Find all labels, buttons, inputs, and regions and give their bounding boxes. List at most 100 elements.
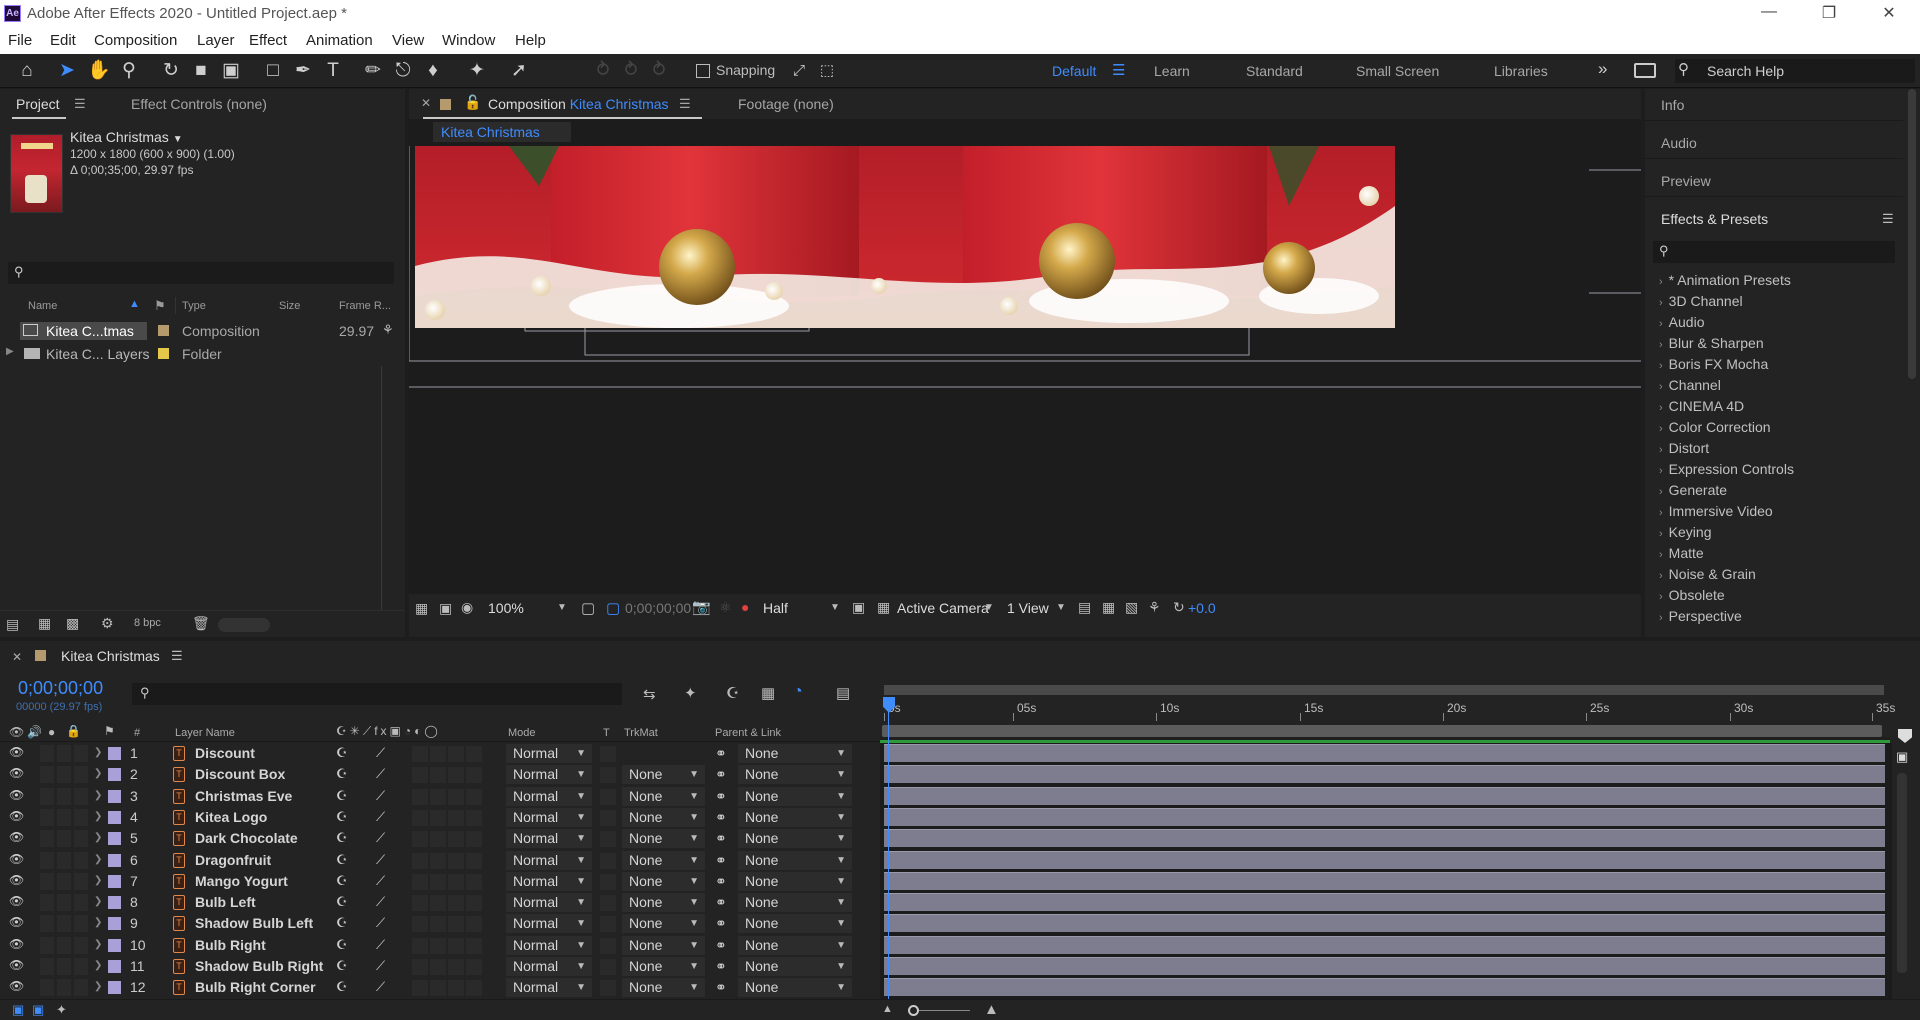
solo-toggle-box[interactable] bbox=[57, 787, 71, 805]
switch-box[interactable] bbox=[412, 809, 428, 826]
quality-switch-icon[interactable]: ⟋ bbox=[376, 937, 385, 953]
expand-layer-chevron-icon[interactable]: ❯ bbox=[94, 896, 102, 907]
preserve-transparency-box[interactable] bbox=[600, 746, 616, 762]
workspace-overflow-icon[interactable]: » bbox=[1598, 59, 1607, 79]
audio-toggle-box[interactable] bbox=[40, 872, 54, 890]
switch-box[interactable] bbox=[430, 873, 446, 890]
visibility-eye-icon[interactable]: 👁 bbox=[9, 788, 25, 802]
expand-layer-chevron-icon[interactable]: ❯ bbox=[94, 917, 102, 928]
puppet-pin-tool-icon[interactable]: ➚ bbox=[506, 58, 532, 84]
timeline-scrollbar[interactable] bbox=[1897, 773, 1907, 973]
comp-flowchart-icon[interactable]: ⚘ bbox=[1148, 599, 1161, 616]
timeline-current-time[interactable]: 0;00;00;00 bbox=[18, 678, 103, 699]
composition-panel-menu-icon[interactable]: ☰ bbox=[679, 96, 691, 112]
shy-switch-icon[interactable]: ☪ bbox=[336, 788, 348, 804]
layer-switches-toggle-icon[interactable]: ▣ bbox=[12, 1002, 24, 1018]
quality-switch-icon[interactable]: ⟋ bbox=[376, 915, 385, 931]
switch-box[interactable] bbox=[412, 916, 428, 933]
project-row-composition[interactable]: Kitea C...tmas Composition 29.97 ⚘ bbox=[0, 320, 405, 342]
info-panel-header[interactable]: Info bbox=[1645, 89, 1903, 121]
switch-box[interactable] bbox=[430, 746, 446, 762]
workspace-standard[interactable]: Standard bbox=[1246, 63, 1303, 79]
switch-box[interactable] bbox=[430, 916, 446, 933]
switch-box[interactable] bbox=[412, 873, 428, 890]
sync-settings-icon[interactable] bbox=[1634, 63, 1656, 78]
chevron-down-icon[interactable]: ▼ bbox=[173, 134, 183, 145]
blend-mode-dropdown[interactable]: Normal ▼ bbox=[506, 978, 592, 998]
lock-toggle-box[interactable] bbox=[74, 787, 88, 805]
track-matte-dropdown[interactable]: None ▼ bbox=[622, 957, 705, 976]
switch-box[interactable] bbox=[466, 873, 482, 890]
region-of-interest-icon[interactable]: ▣ bbox=[852, 599, 865, 616]
quality-switch-icon[interactable]: ⟋ bbox=[376, 766, 385, 782]
shy-switch-icon[interactable]: ☪ bbox=[336, 958, 348, 974]
expand-layer-chevron-icon[interactable]: ❯ bbox=[94, 747, 102, 758]
quality-switch-icon[interactable]: ⟋ bbox=[376, 958, 385, 974]
tab-footage[interactable]: Footage (none) bbox=[738, 96, 834, 112]
audio-toggle-box[interactable] bbox=[40, 851, 54, 869]
pick-whip-icon[interactable]: ⚭ bbox=[715, 852, 727, 869]
track-matte-dropdown[interactable]: None ▼ bbox=[622, 850, 705, 870]
tab-composition[interactable]: Composition Kitea Christmas bbox=[488, 96, 669, 112]
shy-switch-icon[interactable]: ☪ bbox=[336, 873, 348, 889]
shy-switch-icon[interactable]: ☪ bbox=[336, 894, 348, 910]
resolution-dropdown[interactable]: Half bbox=[763, 600, 788, 616]
quality-switch-icon[interactable]: ⟋ bbox=[376, 852, 385, 868]
rectangle-tool-icon[interactable]: □ bbox=[260, 58, 286, 84]
workspace-small-screen[interactable]: Small Screen bbox=[1356, 63, 1439, 79]
layer-name[interactable]: Shadow Bulb Left bbox=[195, 915, 313, 931]
switch-box[interactable] bbox=[412, 980, 428, 997]
visibility-eye-icon[interactable]: 👁 bbox=[9, 979, 25, 993]
project-settings-icon[interactable]: ⚙ bbox=[101, 615, 114, 632]
preserve-transparency-box[interactable] bbox=[600, 916, 616, 933]
shy-switch-icon[interactable]: ☪ bbox=[336, 915, 348, 931]
fx-category[interactable]: › Matte bbox=[1659, 545, 1704, 561]
bit-depth-button[interactable]: 8 bpc bbox=[134, 617, 161, 629]
switch-box[interactable] bbox=[466, 746, 482, 762]
visibility-eye-icon[interactable]: 👁 bbox=[9, 937, 25, 951]
blend-mode-dropdown[interactable]: Normal ▼ bbox=[506, 935, 592, 955]
roto-brush-tool-icon[interactable]: ✦ bbox=[464, 58, 490, 84]
switch-box[interactable] bbox=[466, 980, 482, 997]
switch-box[interactable] bbox=[412, 831, 428, 848]
pan-behind-tool-icon[interactable]: ▣ bbox=[218, 58, 244, 84]
fx-category[interactable]: › Noise & Grain bbox=[1659, 566, 1756, 582]
audio-toggle-box[interactable] bbox=[40, 979, 54, 997]
visibility-eye-icon[interactable]: 👁 bbox=[9, 745, 25, 759]
layer-name[interactable]: Discount Box bbox=[195, 766, 285, 782]
preserve-transparency-box[interactable] bbox=[600, 852, 616, 869]
motion-blur-icon[interactable]: ◔ bbox=[793, 683, 803, 701]
audio-toggle-box[interactable] bbox=[40, 915, 54, 933]
switch-box[interactable] bbox=[412, 937, 428, 954]
sort-ascending-icon[interactable]: ▲ bbox=[129, 298, 140, 310]
parent-dropdown[interactable]: None ▼ bbox=[738, 978, 852, 998]
switch-box[interactable] bbox=[466, 809, 482, 826]
graph-editor-icon[interactable]: ▤ bbox=[836, 684, 850, 702]
track-matte-dropdown[interactable]: None ▼ bbox=[622, 765, 705, 785]
layer-row[interactable]: 👁 ❯ 10 T Bulb Right ☪ ⟋ Normal ▼ None ▼ ⚭ None ▼ bbox=[0, 935, 880, 956]
pick-whip-icon[interactable]: ⚭ bbox=[715, 809, 727, 826]
layer-name[interactable]: Kitea Logo bbox=[195, 809, 267, 825]
menu-layer[interactable]: Layer bbox=[197, 32, 235, 49]
current-time-field[interactable]: 0;00;00;00 bbox=[625, 600, 691, 616]
quality-switch-icon[interactable]: ⟋ bbox=[376, 979, 385, 995]
menu-file[interactable]: File bbox=[8, 32, 32, 49]
switch-box[interactable] bbox=[412, 959, 428, 975]
lock-toggle-box[interactable] bbox=[74, 766, 88, 784]
camera-view-dropdown[interactable]: Active Camera bbox=[897, 600, 989, 616]
layer-row[interactable]: 👁 ❯ 1 T Discount ☪ ⟋ Normal ▼ ⚭ None ▼ bbox=[0, 743, 880, 764]
shy-switch-icon[interactable]: ☪ bbox=[336, 830, 348, 846]
lock-toggle-box[interactable] bbox=[74, 830, 88, 848]
preserve-transparency-box[interactable] bbox=[600, 895, 616, 912]
expand-layer-chevron-icon[interactable]: ❯ bbox=[94, 811, 102, 822]
switch-box[interactable] bbox=[412, 895, 428, 912]
lock-toggle-box[interactable] bbox=[74, 808, 88, 826]
visibility-eye-icon[interactable]: 👁 bbox=[9, 958, 25, 972]
timeline-panel-menu-icon[interactable]: ☰ bbox=[171, 648, 183, 664]
switch-box[interactable] bbox=[430, 831, 446, 848]
timeline-icon[interactable]: ▧ bbox=[1125, 599, 1138, 616]
layer-name[interactable]: Shadow Bulb Right bbox=[195, 958, 323, 974]
parent-dropdown[interactable]: None ▼ bbox=[738, 893, 852, 913]
label-column-icon[interactable]: ⚑ bbox=[154, 298, 166, 314]
switch-box[interactable] bbox=[430, 937, 446, 954]
